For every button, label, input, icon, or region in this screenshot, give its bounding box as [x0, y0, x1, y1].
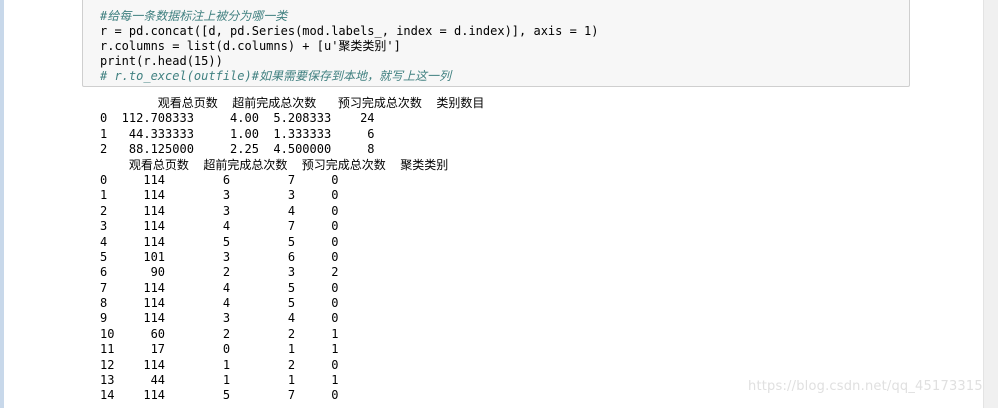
code-cell[interactable]: #给每一条数据标注上被分为哪一类 r = pd.concat([d, pd.Se…: [82, 0, 910, 87]
table-row: 8 114 4 5 0: [100, 296, 339, 311]
code-editor[interactable]: #给每一条数据标注上被分为哪一类 r = pd.concat([d, pd.Se…: [100, 9, 599, 84]
table-row: 3 114 4 7 0: [100, 219, 339, 234]
table-row: 2 114 3 4 0: [100, 203, 339, 218]
table-row: 10 60 2 2 1: [100, 326, 339, 341]
table-row: 12 114 1 2 0: [100, 357, 339, 372]
table-row: 14 114 5 7 0: [100, 388, 339, 403]
code-line: # r.to_excel(outfile)#如果需要保存到本地，就写上这一列: [100, 69, 451, 83]
code-line: r = pd.concat([d, pd.Series(mod.labels_,…: [100, 24, 599, 38]
watermark-url: https://blog.csdn.net/qq_45173315: [748, 379, 983, 394]
table-row: 1 114 3 3 0: [100, 188, 339, 203]
code-line: print(r.head(15)): [100, 54, 223, 68]
table-header: 观看总页数 超前完成总次数 预习完成总次数 聚类类别: [100, 157, 449, 172]
summary-header: 观看总页数 超前完成总次数 预习完成总次数 类别数目: [100, 96, 485, 110]
table-row: 0 114 6 7 0: [100, 172, 339, 187]
table-row: 13 44 1 1 1: [100, 373, 339, 388]
summary-row: 1 44.333333 1.00 1.333333 6: [100, 126, 375, 141]
code-line: r.columns = list(d.columns) + [u'聚类类别']: [100, 39, 401, 53]
cell-output: 观看总页数 超前完成总次数 预习完成总次数 类别数目 0 112.708333 …: [100, 96, 484, 404]
summary-row: 0 112.708333 4.00 5.208333 24: [100, 111, 375, 126]
table-row: 6 90 2 3 2: [100, 265, 339, 280]
table-row: 11 17 0 1 1: [100, 342, 339, 357]
table-row: 9 114 3 4 0: [100, 311, 339, 326]
table-row: 7 114 4 5 0: [100, 280, 339, 295]
table-row: 5 101 3 6 0: [100, 249, 339, 264]
scrollbar[interactable]: [983, 0, 998, 408]
left-edge-bar: [0, 0, 4, 408]
table-row: 4 114 5 5 0: [100, 234, 339, 249]
code-line: #给每一条数据标注上被分为哪一类: [100, 9, 288, 23]
summary-row: 2 88.125000 2.25 4.500000 8: [100, 142, 375, 157]
